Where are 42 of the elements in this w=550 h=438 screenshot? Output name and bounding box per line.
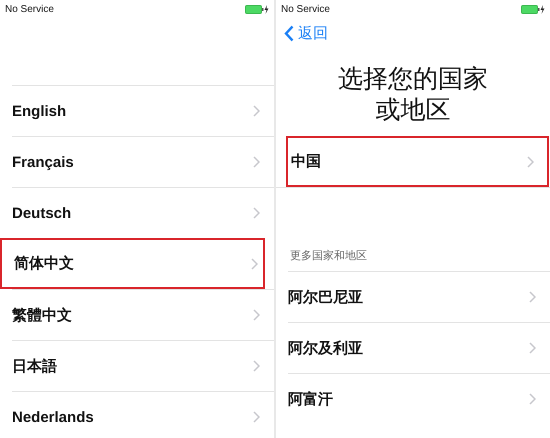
region-row[interactable]: 阿富汗	[288, 373, 550, 424]
battery-charging-icon	[245, 4, 269, 14]
language-label: 繁體中文	[12, 306, 72, 324]
chevron-icon	[529, 291, 536, 303]
language-row[interactable]: 日本語	[12, 340, 274, 391]
language-row[interactable]: Nederlands	[12, 391, 274, 438]
region-row[interactable]: 阿尔及利亚	[288, 322, 550, 373]
carrier-label: No Service	[5, 4, 54, 14]
back-chevron-icon	[284, 25, 294, 42]
region-label: 中国	[291, 152, 321, 171]
language-label: Deutsch	[12, 204, 72, 222]
chevron-icon	[529, 342, 536, 354]
chevron-icon	[253, 105, 260, 117]
region-label: 阿尔巴尼亚	[288, 288, 363, 306]
language-label: 日本語	[12, 356, 57, 376]
language-row[interactable]: 繁體中文	[12, 289, 274, 340]
language-row[interactable]: Français	[12, 136, 274, 187]
battery-charging-icon	[521, 4, 545, 14]
carrier-label: No Service	[281, 4, 330, 14]
language-label: Français	[12, 154, 74, 170]
page-title: 或地区	[376, 94, 450, 125]
language-label: Nederlands	[12, 408, 94, 426]
region-row[interactable]: 阿尔巴尼亚	[288, 271, 550, 322]
chevron-icon	[253, 156, 260, 168]
language-row[interactable]: English	[12, 85, 274, 136]
region-row[interactable]: 中国	[286, 136, 549, 187]
back-button[interactable]: 返回	[284, 24, 328, 43]
chevron-icon	[253, 207, 260, 219]
chevron-icon	[251, 258, 258, 270]
language-row[interactable]: Deutsch	[12, 187, 274, 238]
chevron-icon	[527, 156, 534, 168]
chevron-icon	[253, 360, 260, 372]
chevron-icon	[253, 309, 260, 321]
language-label: English	[12, 102, 66, 120]
region-label: 阿富汗	[288, 390, 333, 408]
region-label: 阿尔及利亚	[288, 338, 363, 358]
chevron-icon	[253, 411, 260, 423]
language-row[interactable]: 简体中文	[0, 238, 265, 289]
language-label: 简体中文	[14, 254, 74, 273]
chevron-icon	[529, 393, 536, 405]
section-header: 更多国家和地区	[290, 248, 367, 263]
page-title: 选择您的国家	[338, 63, 488, 94]
